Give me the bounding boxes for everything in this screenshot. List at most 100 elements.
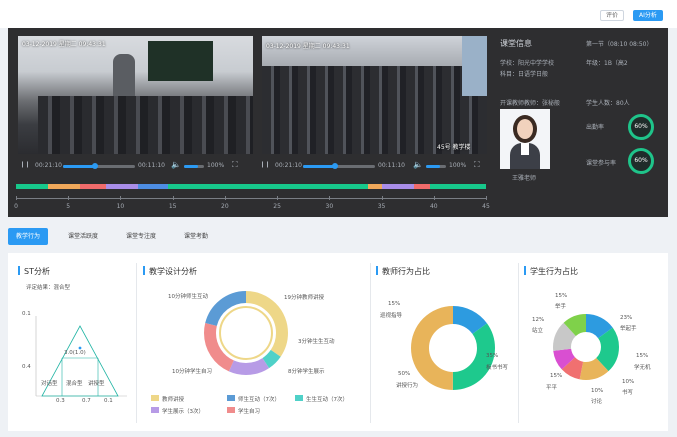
tab-attendance[interactable]: 课堂考勤	[176, 228, 216, 245]
metric-value: 60%	[634, 157, 648, 164]
seek-bar[interactable]	[63, 165, 135, 168]
timeline-tick-label: 5	[66, 203, 71, 210]
student-pct-label: 12%	[532, 317, 545, 323]
divider	[518, 263, 519, 423]
student-seg-label: 书写	[622, 390, 634, 396]
metric-label: 课堂参与率	[586, 160, 617, 167]
student-behavior-title: 学生行为占比	[530, 267, 578, 276]
volume-icon[interactable]: 🔈	[413, 160, 423, 169]
fullscreen-icon[interactable]: ⛶	[232, 160, 238, 170]
timeline-segment	[430, 184, 486, 189]
legend-swatch	[295, 395, 303, 401]
teacher-name: 王雅老师	[512, 175, 537, 182]
fullscreen-icon[interactable]: ⛶	[474, 160, 480, 170]
teacher-label: 开课教师教师：张秘般	[500, 100, 561, 107]
student-pct-label: 15%	[636, 353, 649, 359]
seek-progress	[303, 165, 336, 168]
behavior-timeline[interactable]	[16, 184, 486, 189]
timeline-tick	[329, 196, 331, 200]
timeline-tick	[433, 196, 435, 200]
student-pct-label: 10%	[622, 379, 635, 385]
timeline-segment	[16, 184, 48, 189]
timeline-segment	[368, 184, 382, 189]
seek-handle[interactable]	[332, 163, 339, 169]
st-x-label: 0.7	[82, 398, 91, 404]
timeline-tick-label: 45	[482, 203, 490, 210]
timeline-segment	[168, 184, 368, 189]
st-zone-label: 对话型	[41, 381, 58, 387]
evaluate-button[interactable]: 评价	[600, 10, 625, 21]
teacher-seg-label: 板书书写	[486, 365, 509, 371]
timeline-tick-label: 40	[429, 203, 438, 210]
metric-label: 出勤率	[586, 124, 605, 131]
volume-bar[interactable]	[426, 165, 446, 168]
timeline-tick	[486, 196, 487, 200]
volume-value: 100%	[449, 162, 467, 169]
video-right[interactable]: 03-12-2019 星期二 09:43:31 45号 教学楼	[262, 36, 487, 154]
seek-bar[interactable]	[303, 165, 375, 168]
tab-bar: 教学行为 课堂活跃度 课堂专注度 课堂考勤	[8, 228, 216, 245]
timeline-segment	[382, 184, 414, 189]
video-left[interactable]: 03-12-2019 星期二 09:43:31	[18, 36, 253, 154]
student-pct-label: 10%	[591, 388, 604, 394]
current-time: 00:21:10	[275, 162, 302, 169]
class-grade: 年级：1B（高2	[586, 60, 628, 67]
student-seg-label: 讨论	[591, 399, 603, 405]
seek-progress	[63, 165, 96, 168]
timeline-tick	[381, 196, 383, 200]
seek-handle[interactable]	[92, 163, 99, 169]
st-x-label: 0.3	[56, 398, 65, 404]
ai-analysis-button[interactable]: AI分析	[633, 10, 663, 21]
teacher-seg-label: 巡视指导	[380, 313, 403, 319]
timeline-tick-label: 20	[221, 203, 229, 210]
student-seg-label: 站立	[532, 328, 544, 334]
design-label: 8分钟学生展示	[288, 369, 325, 375]
design-label: 3分钟生生互动	[298, 339, 335, 345]
student-seg-label: 举手	[555, 304, 567, 310]
teacher-behavior-title: 教师行为占比	[382, 267, 430, 276]
section-marker	[143, 266, 145, 275]
timeline-tick-label: 35	[377, 203, 386, 210]
st-x-label: 0.1	[104, 398, 113, 404]
student-behavior-chart	[553, 314, 619, 380]
play-pause-button[interactable]: ❙❙	[260, 161, 270, 168]
timeline-segment	[106, 184, 138, 189]
st-y-label: 0.4	[22, 364, 31, 370]
metric-value: 60%	[634, 123, 648, 130]
participation-ring: 60%	[628, 148, 654, 174]
timeline-tick-label: 25	[273, 203, 281, 210]
divider	[136, 263, 137, 423]
student-pct-label: 15%	[555, 293, 568, 299]
tab-teaching-behavior[interactable]: 教学行为	[8, 228, 49, 245]
timeline-axis	[16, 198, 486, 199]
design-label: 10分钟学生自习	[172, 369, 212, 375]
legend-label: 生生互动（7次）	[306, 397, 348, 403]
play-pause-button[interactable]: ❙❙	[20, 161, 30, 168]
timeline-tick	[16, 196, 17, 200]
st-point-label: 3.0(1.0)	[64, 350, 86, 356]
legend-swatch	[151, 395, 159, 401]
st-chart	[35, 316, 127, 397]
tab-focus[interactable]: 课堂专注度	[118, 228, 164, 245]
st-result: 评定结果：混合型	[26, 285, 71, 291]
volume-bar[interactable]	[184, 165, 204, 168]
top-bar: 评价 AI分析	[0, 0, 677, 28]
legend-swatch	[227, 395, 235, 401]
class-period: 第一节（08:10 08:50）	[586, 41, 653, 48]
analysis-panel: ST分析 评定结果：混合型 0.1 0.4 3.0(1.0) 对话型 混合型 讲…	[8, 253, 668, 431]
timeline-tick-label: 10	[116, 203, 125, 210]
divider	[370, 263, 371, 423]
timeline-segment	[80, 184, 106, 189]
timeline-segment	[414, 184, 430, 189]
class-subject: 科目：日语学日般	[500, 71, 549, 78]
timeline-tick	[224, 196, 226, 200]
legend-label: 教师讲授	[162, 397, 185, 403]
st-analysis-title: ST分析	[24, 267, 50, 276]
section-marker	[376, 266, 378, 275]
tab-activity[interactable]: 课堂活跃度	[60, 228, 106, 245]
total-time: 00:11:10	[378, 162, 405, 169]
st-zone-label: 讲授型	[88, 381, 105, 387]
volume-icon[interactable]: 🔈	[171, 160, 181, 169]
student-seg-label: 举起手	[620, 326, 637, 332]
volume-level	[426, 165, 440, 168]
